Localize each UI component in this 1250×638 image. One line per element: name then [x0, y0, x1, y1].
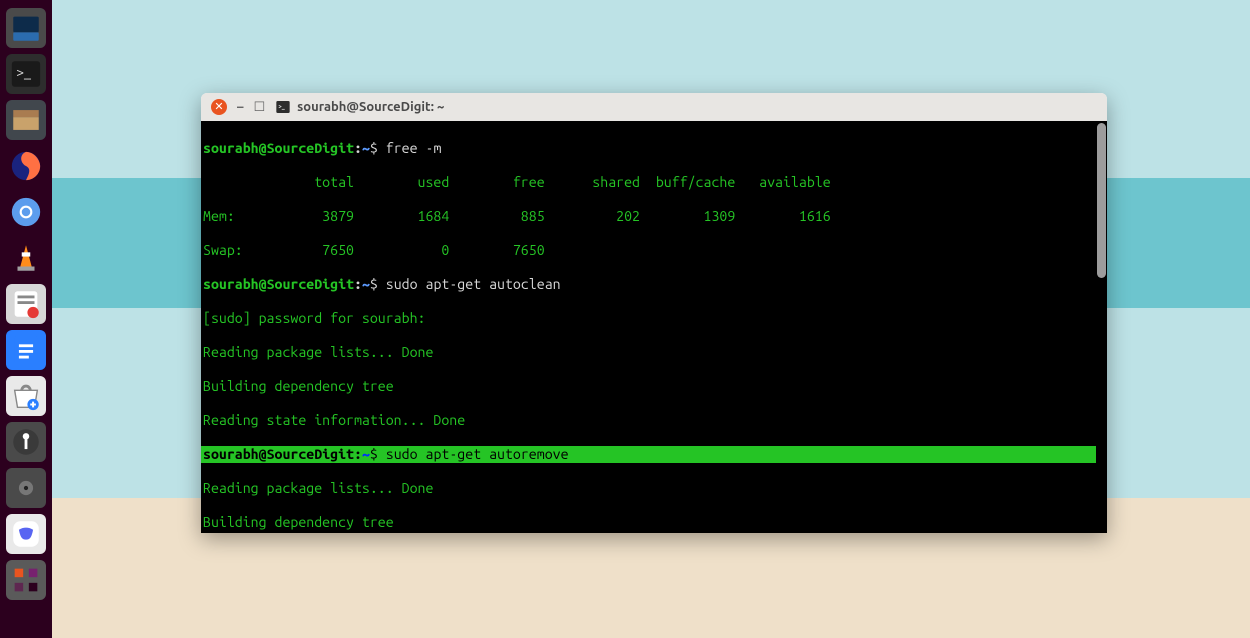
terminal-output: Reading package lists... Done — [201, 344, 1107, 361]
terminal-icon[interactable]: >_ — [6, 54, 46, 94]
docs-icon[interactable] — [6, 330, 46, 370]
free-swap-row: Swap: 7650 0 7650 — [201, 242, 1107, 259]
command-text: sudo apt-get autoclean — [386, 276, 561, 292]
svg-text:>_: >_ — [278, 103, 284, 110]
terminal-output: Reading state information... Done — [201, 412, 1107, 429]
command-text: free -m — [386, 140, 442, 156]
scrollbar-thumb[interactable] — [1097, 123, 1106, 278]
terminal-output: Building dependency tree — [201, 514, 1107, 531]
ubuntu-dock: >_ — [0, 0, 52, 638]
command-text: sudo apt-get autoremove — [386, 446, 569, 462]
files-icon[interactable] — [6, 8, 46, 48]
minimize-icon[interactable]: – — [237, 100, 244, 114]
apps-grid-icon[interactable] — [6, 560, 46, 600]
svg-text:>_: >_ — [16, 64, 32, 80]
discord-icon[interactable] — [6, 514, 46, 554]
terminal-output: Reading package lists... Done — [201, 480, 1107, 497]
settings-icon[interactable] — [6, 422, 46, 462]
text-editor-icon[interactable] — [6, 284, 46, 324]
close-icon[interactable]: ✕ — [211, 99, 227, 115]
prompt-path: ~ — [362, 140, 370, 156]
vlc-icon[interactable] — [6, 238, 46, 278]
disks-icon[interactable] — [6, 468, 46, 508]
terminal-titlebar-icon: >_ — [275, 99, 291, 115]
maximize-icon[interactable]: ☐ — [254, 100, 266, 115]
file-manager-icon[interactable] — [6, 100, 46, 140]
prompt-host: SourceDigit — [267, 140, 354, 156]
chromium-icon[interactable] — [6, 192, 46, 232]
free-mem-row: Mem: 3879 1684 885 202 1309 1616 — [201, 208, 1107, 225]
firefox-icon[interactable] — [6, 146, 46, 186]
free-header: total used free shared buff/cache availa… — [201, 174, 1107, 191]
window-titlebar[interactable]: ✕ – ☐ >_ sourabh@SourceDigit: ~ — [201, 93, 1107, 121]
terminal-body[interactable]: sourabh@SourceDigit:~$ free -m total use… — [201, 121, 1107, 533]
software-center-icon[interactable] — [6, 376, 46, 416]
terminal-window: ✕ – ☐ >_ sourabh@SourceDigit: ~ sourabh@… — [201, 93, 1107, 533]
terminal-scrollbar[interactable] — [1096, 121, 1107, 533]
highlighted-command-row: sourabh@SourceDigit:~$ sudo apt-get auto… — [201, 446, 1107, 463]
terminal-output: [sudo] password for sourabh: — [201, 310, 1107, 327]
terminal-output: Building dependency tree — [201, 378, 1107, 395]
window-title: sourabh@SourceDigit: ~ — [297, 100, 444, 114]
prompt-sigil: $ — [370, 140, 378, 156]
prompt-user: sourabh — [203, 140, 259, 156]
